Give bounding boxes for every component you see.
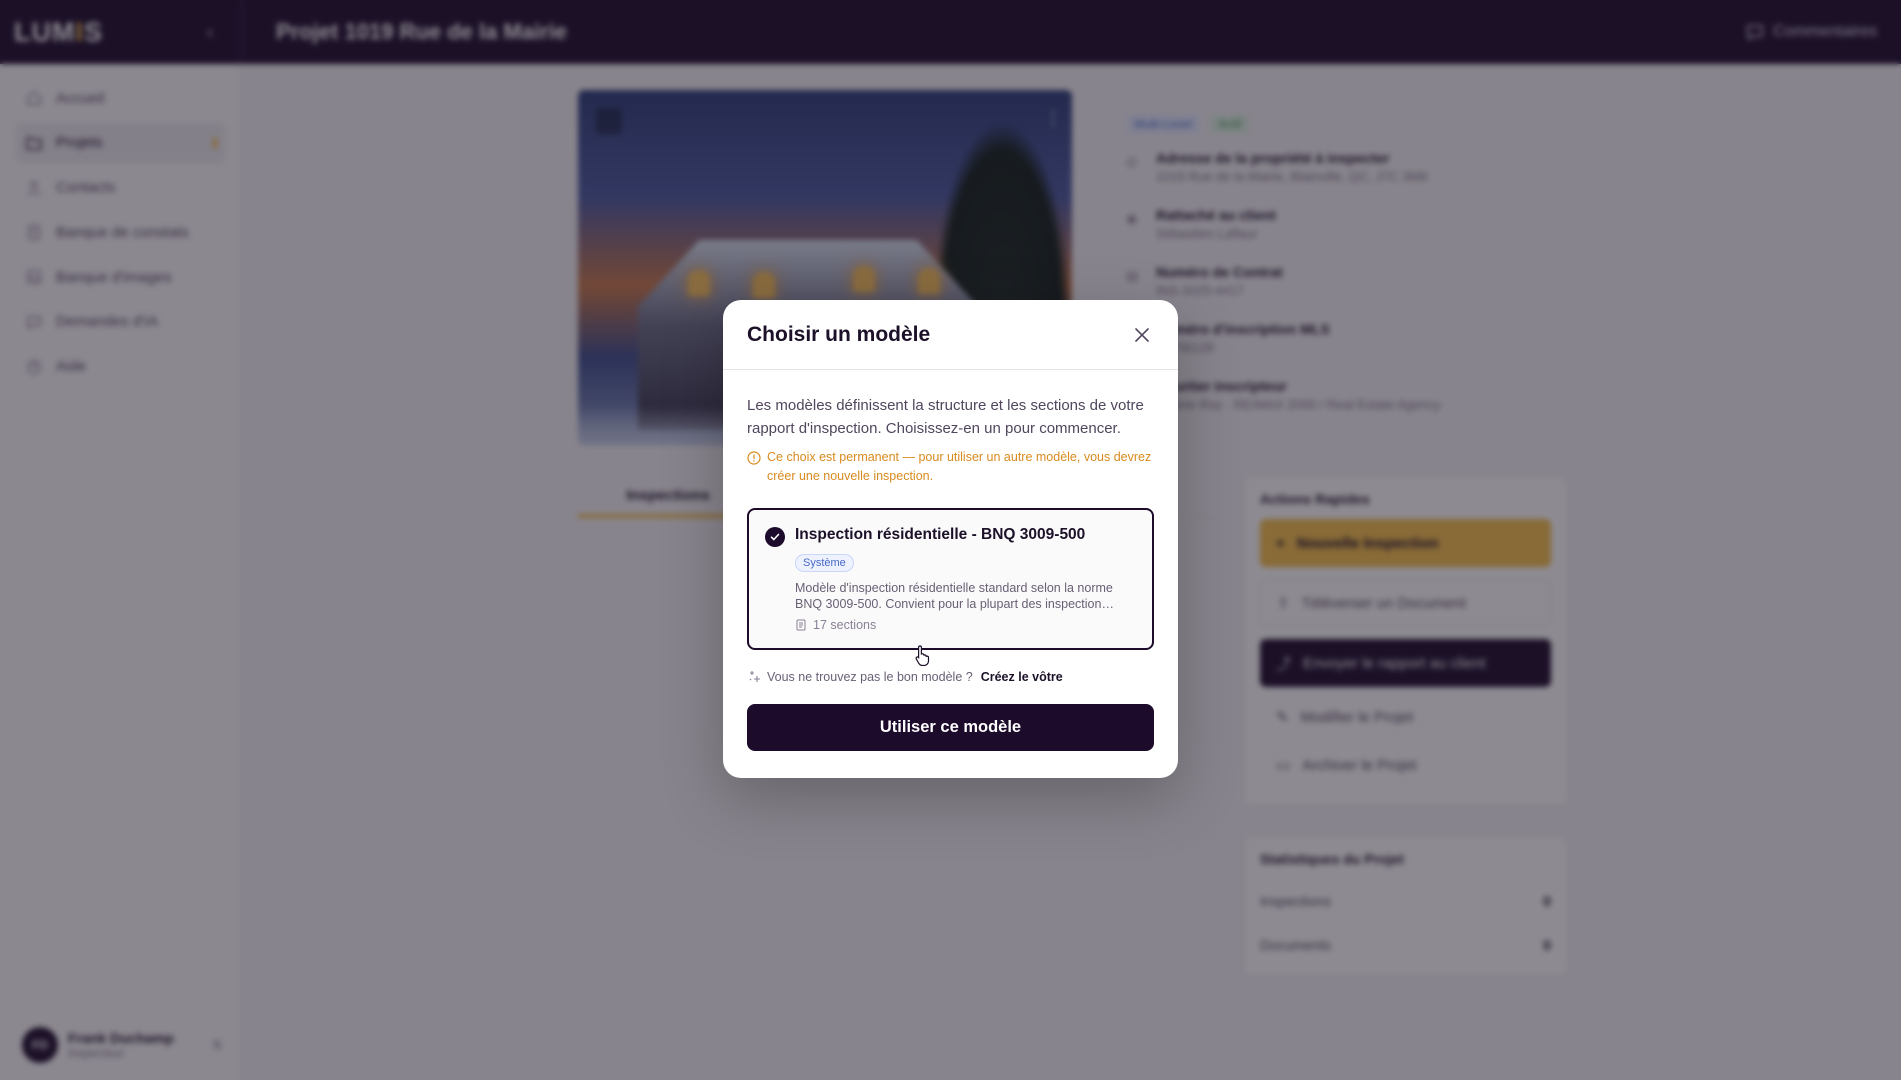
sections-count: 17 sections: [813, 618, 877, 632]
use-template-button[interactable]: Utiliser ce modèle: [747, 704, 1154, 751]
warning-text: Ce choix est permanent — pour utiliser u…: [767, 450, 1152, 483]
hand-cursor-icon: [915, 645, 930, 666]
close-button[interactable]: [1130, 323, 1154, 347]
template-sections: 17 sections: [795, 618, 1130, 632]
template-option-bnq[interactable]: Inspection résidentielle - BNQ 3009-500 …: [747, 508, 1154, 650]
choose-template-dialog: Choisir un modèle Les modèles définissen…: [723, 300, 1178, 778]
dialog-header: Choisir un modèle: [723, 300, 1178, 370]
create-template-text: Vous ne trouvez pas le bon modèle ?: [767, 670, 973, 684]
create-template-prompt: Vous ne trouvez pas le bon modèle ? Crée…: [747, 670, 1154, 684]
dialog-description: Les modèles définissent la structure et …: [747, 397, 1144, 437]
dialog-title: Choisir un modèle: [747, 322, 931, 346]
template-description: Modèle d'inspection résidentielle standa…: [795, 581, 1114, 611]
dialog-body: Les modèles définissent la structure et …: [723, 370, 1178, 751]
template-name: Inspection résidentielle - BNQ 3009-500: [795, 526, 1086, 543]
document-icon: [796, 619, 806, 631]
info-circle-icon: [747, 451, 761, 465]
permanent-choice-warning: Ce choix est permanent — pour utiliser u…: [747, 448, 1154, 486]
create-your-own-link[interactable]: Créez le vôtre: [981, 670, 1063, 684]
sparkle-icon: [749, 671, 760, 682]
close-icon: [1135, 327, 1149, 342]
check-circle-icon: [765, 527, 785, 547]
system-badge: Système: [795, 554, 854, 572]
